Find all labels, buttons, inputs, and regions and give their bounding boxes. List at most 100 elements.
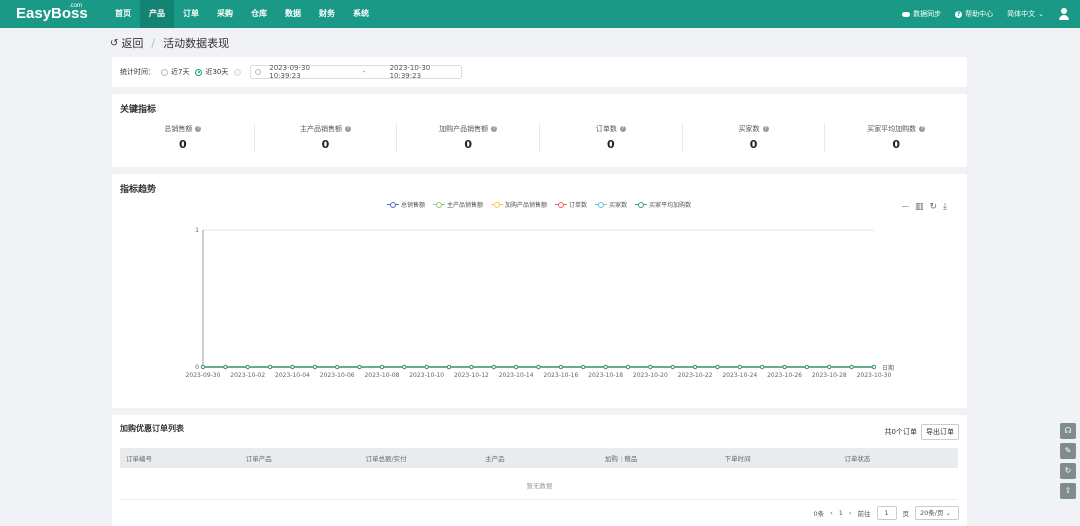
data-point — [312, 364, 317, 370]
x-tick-label: 2023-10-20 — [633, 372, 668, 379]
orders-count: 共0个订单 — [884, 428, 917, 436]
nav-system[interactable]: 系统 — [344, 0, 378, 28]
main-nav: 首页 产品 订单 采购 仓库 数据 财务 系统 — [106, 0, 378, 28]
next-page-icon[interactable]: › — [849, 509, 852, 517]
data-point — [849, 364, 854, 370]
prev-page-icon[interactable]: ‹ — [830, 509, 833, 517]
radio-30-days-label[interactable]: 近30天 — [205, 67, 228, 77]
floating-tools: ☊ ✎ ↻ ⇧ — [1060, 423, 1076, 499]
date-end: 2023-10-30 10:39:23 — [389, 64, 431, 80]
trend-chart: 0 1 2023-09-30 2023-10-02 2023-10-04 2023-10-… — [186, 227, 894, 379]
edit-icon[interactable]: ✎ — [1060, 443, 1076, 459]
kpi-main-sales: 主产品销售额? 0 — [255, 124, 398, 152]
data-point — [827, 364, 832, 370]
export-orders-button[interactable]: 导出订单 — [921, 424, 959, 440]
column-header: 订单总额/实付 — [365, 455, 407, 463]
cloud-icon — [902, 11, 911, 17]
x-tick-label: 2023-10-14 — [499, 372, 534, 379]
data-point — [760, 364, 765, 370]
nav-orders[interactable]: 订单 — [174, 0, 208, 28]
question-icon[interactable]: ? — [491, 126, 498, 132]
refresh-icon[interactable]: ↻ — [1060, 463, 1076, 479]
data-point — [379, 364, 385, 370]
breadcrumb-separator: / — [151, 36, 156, 50]
kpi-total-sales: 总销售额? 0 — [112, 124, 255, 152]
nav-data[interactable]: 数据 — [276, 0, 310, 28]
question-icon[interactable]: ? — [195, 126, 202, 132]
orders-title: 加购优惠订单列表 — [120, 424, 184, 433]
nav-home[interactable]: 首页 — [106, 0, 140, 28]
back-icon[interactable]: ↺ — [110, 38, 118, 49]
back-to-top-icon[interactable]: ⇧ — [1060, 483, 1076, 499]
filter-bar: 统计时间： 近7天 近30天 2023-09-30 10:39:23 - 202… — [112, 57, 967, 87]
nav-purchase[interactable]: 采购 — [208, 0, 242, 28]
column-header: 订单状态 — [844, 455, 871, 463]
trend-card: 指标趋势 总销售额 主产品销售额 加购产品销售额 订单数 买家数 买家平均加购数 ⏤ ▥ … — [112, 174, 967, 408]
data-point — [200, 364, 206, 370]
column-header: 订单产品 — [245, 455, 272, 463]
radio-custom[interactable] — [234, 68, 242, 76]
page-size-select[interactable]: 20条/页 ⌄ — [915, 506, 959, 520]
data-point — [648, 364, 653, 370]
radio-7-days[interactable] — [161, 68, 168, 76]
date-start: 2023-09-30 10:39:23 — [269, 64, 310, 80]
x-tick-label: 2023-10-08 — [364, 372, 399, 379]
kpi-label: 订单数 — [595, 125, 617, 133]
data-point — [424, 364, 429, 370]
kpi-value: 0 — [321, 138, 330, 151]
data-point — [446, 364, 452, 370]
y-tick-label: 1 — [195, 227, 199, 234]
nav-warehouse[interactable]: 仓库 — [242, 0, 276, 28]
nav-finance[interactable]: 财务 — [310, 0, 344, 28]
goto-page-input[interactable]: 1 — [876, 506, 897, 520]
x-tick-label: 2023-10-28 — [812, 372, 847, 379]
divider — [120, 499, 958, 500]
question-icon[interactable]: ? — [762, 126, 769, 132]
help-icon: ? — [955, 10, 963, 18]
date-separator: - — [363, 68, 366, 76]
question-icon[interactable]: ? — [919, 126, 926, 132]
help-button[interactable]: ? 帮助中心 — [955, 9, 993, 19]
nav-product[interactable]: 产品 — [140, 0, 174, 28]
kpi-order-count: 订单数? 0 — [540, 124, 683, 152]
empty-text: 暂无数据 — [526, 482, 553, 490]
data-point — [804, 364, 810, 370]
page-number[interactable]: 1 — [839, 509, 843, 517]
total-count: 0条 — [813, 510, 825, 518]
language-label: 简体中文 — [1007, 10, 1036, 18]
kpi-label: 加购产品销售额 — [439, 125, 489, 133]
radio-7-days-label[interactable]: 近7天 — [171, 67, 189, 77]
kpi-addon-sales: 加购产品销售额? 0 — [397, 124, 541, 152]
radio-30-days[interactable] — [195, 68, 203, 76]
sync-label: 数据同步 — [913, 10, 942, 18]
x-tick-label: 2023-10-10 — [409, 372, 444, 379]
filter-label: 统计时间： — [120, 68, 155, 76]
kpi-avg-addon: 买家平均加购数? 0 — [825, 124, 967, 152]
x-tick-label: 2023-10-16 — [543, 372, 578, 379]
back-link[interactable]: 返回 — [121, 35, 143, 51]
kpi-row: 总销售额? 0 主产品销售额? 0 加购产品销售额? 0 订单数? 0 买家数?… — [112, 124, 967, 152]
question-icon[interactable]: ? — [345, 126, 351, 132]
x-tick-label: 2023-10-04 — [275, 372, 310, 379]
data-point — [558, 364, 563, 370]
data-point — [223, 364, 228, 370]
column-header: 主产品 — [485, 455, 505, 463]
date-range-picker[interactable]: 2023-09-30 10:39:23 - 2023-10-30 10:39:2… — [250, 64, 463, 80]
kpi-value: 0 — [607, 138, 615, 151]
x-tick-label: 2023-09-30 — [186, 372, 221, 379]
headset-icon[interactable]: ☊ — [1060, 423, 1076, 439]
question-icon[interactable]: ? — [619, 126, 626, 132]
language-select[interactable]: 简体中文 ⌄ — [1007, 9, 1044, 19]
sync-button[interactable]: 数据同步 — [902, 9, 941, 19]
kpi-title: 关键指标 — [120, 105, 157, 115]
x-tick-label: 2023-10-18 — [588, 372, 623, 379]
data-point — [670, 364, 675, 370]
data-point — [692, 364, 698, 370]
data-point — [402, 364, 407, 370]
data-point — [469, 364, 474, 370]
y-tick-label: 0 — [195, 364, 199, 371]
goto-label: 前往 — [857, 510, 871, 518]
user-icon[interactable] — [1058, 8, 1070, 20]
kpi-value: 0 — [749, 138, 758, 151]
breadcrumb: ↺ 返回 / 活动数据表现 — [110, 35, 229, 51]
